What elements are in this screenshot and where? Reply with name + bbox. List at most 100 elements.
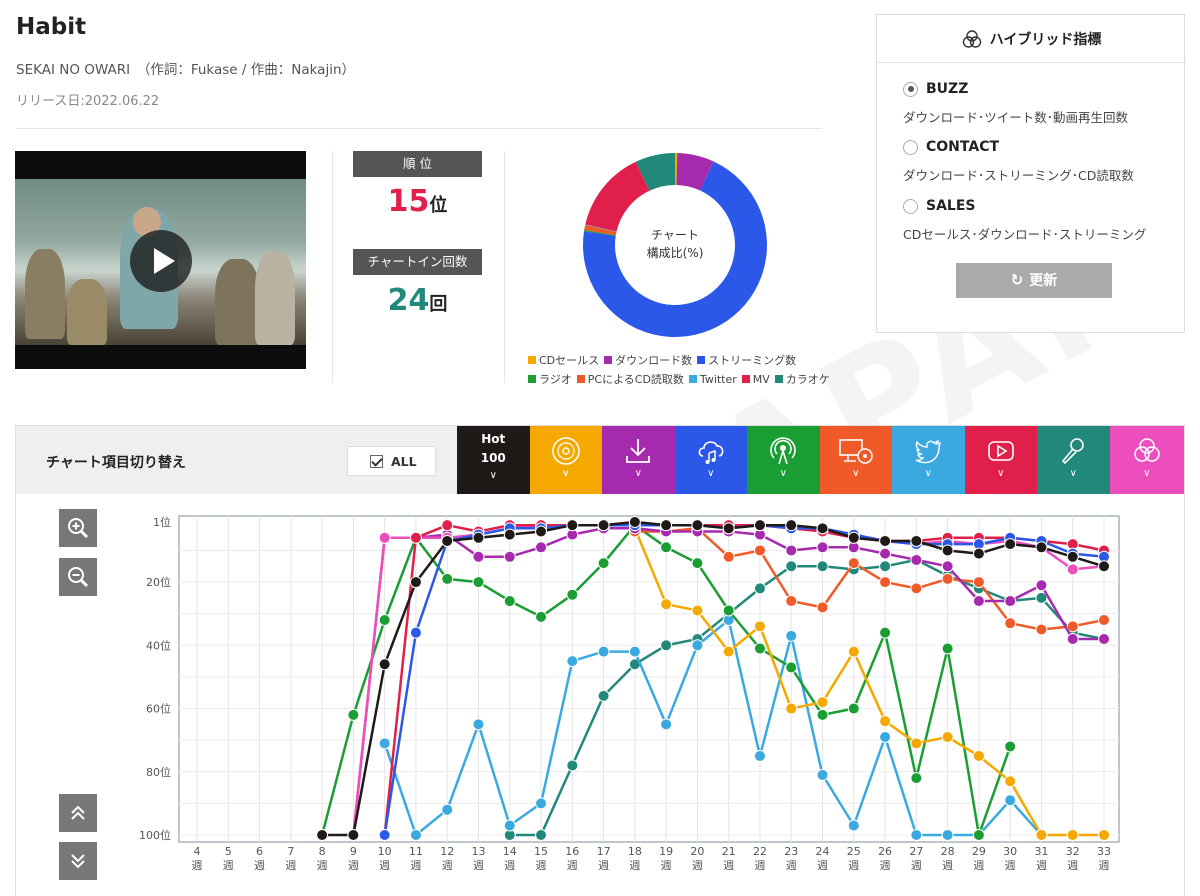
series-point-radio[interactable] (785, 661, 798, 674)
series-point-cd[interactable] (816, 696, 829, 709)
series-point-hot100[interactable] (691, 519, 704, 532)
hybrid-option-contact[interactable]: CONTACT (903, 139, 999, 155)
series-point-pc[interactable] (910, 582, 923, 595)
series-point-cd[interactable] (691, 604, 704, 617)
series-point-karaoke[interactable] (785, 560, 798, 573)
tab-twitter[interactable]: ∨ (892, 426, 965, 494)
tab-radio[interactable]: ∨ (747, 426, 820, 494)
update-button[interactable]: ↻ 更新 (956, 263, 1112, 298)
series-point-karaoke[interactable] (753, 582, 766, 595)
series-point-hot100[interactable] (503, 528, 516, 541)
series-point-twitter[interactable] (472, 718, 485, 731)
series-point-pc[interactable] (785, 595, 798, 608)
hybrid-option-buzz[interactable]: BUZZ (903, 81, 968, 97)
series-point-hot100[interactable] (409, 576, 422, 589)
tab-download[interactable]: ∨ (602, 426, 675, 494)
series-point-twitter[interactable] (535, 797, 548, 810)
series-point-download[interactable] (910, 553, 923, 566)
series-point-streaming[interactable] (409, 626, 422, 639)
series-point-hot100[interactable] (660, 519, 673, 532)
series-point-radio[interactable] (972, 829, 985, 841)
series-point-cd[interactable] (847, 645, 860, 658)
series-point-cd[interactable] (1098, 829, 1110, 841)
series-point-hot100[interactable] (753, 519, 766, 532)
series-point-karaoke[interactable] (597, 689, 610, 702)
series-point-pc[interactable] (753, 544, 766, 557)
series-point-hybrid[interactable] (1066, 563, 1079, 576)
series-point-download[interactable] (941, 560, 954, 573)
series-point-twitter[interactable] (879, 730, 892, 743)
series-point-hot100[interactable] (816, 522, 829, 535)
series-point-karaoke[interactable] (535, 829, 548, 841)
series-point-streaming[interactable] (378, 829, 391, 841)
series-point-twitter[interactable] (660, 718, 673, 731)
series-point-download[interactable] (503, 550, 516, 563)
series-point-twitter[interactable] (1004, 794, 1017, 807)
tab-streaming[interactable]: ∨ (674, 426, 747, 494)
series-point-radio[interactable] (441, 572, 454, 585)
series-point-hot100[interactable] (441, 534, 454, 547)
series-point-hot100[interactable] (316, 829, 329, 841)
series-point-hot100[interactable] (910, 534, 923, 547)
series-point-download[interactable] (972, 595, 985, 608)
series-point-radio[interactable] (879, 626, 892, 639)
series-point-radio[interactable] (597, 557, 610, 570)
series-point-download[interactable] (816, 541, 829, 554)
series-point-cd[interactable] (879, 715, 892, 728)
series-point-download[interactable] (879, 547, 892, 560)
series-point-pc[interactable] (941, 572, 954, 585)
series-point-radio[interactable] (753, 642, 766, 655)
tab-hybrid[interactable]: ∨ (1109, 426, 1184, 494)
series-point-radio[interactable] (1004, 740, 1017, 753)
series-point-karaoke[interactable] (566, 759, 579, 772)
series-point-twitter[interactable] (441, 803, 454, 816)
series-point-radio[interactable] (941, 642, 954, 655)
series-point-pc[interactable] (1035, 623, 1048, 636)
series-point-radio[interactable] (847, 702, 860, 715)
series-point-cd[interactable] (1066, 829, 1079, 841)
series-point-twitter[interactable] (816, 768, 829, 781)
series-point-twitter[interactable] (941, 829, 954, 841)
series-point-hot100[interactable] (1098, 560, 1110, 573)
series-point-pc[interactable] (816, 601, 829, 614)
series-point-pc[interactable] (972, 576, 985, 589)
series-point-download[interactable] (535, 541, 548, 554)
radio-button[interactable] (903, 81, 918, 97)
series-point-hot100[interactable] (1066, 550, 1079, 563)
series-point-radio[interactable] (691, 557, 704, 570)
series-point-cd[interactable] (660, 598, 673, 611)
series-point-cd[interactable] (722, 645, 735, 658)
series-point-radio[interactable] (910, 772, 923, 785)
series-point-hot100[interactable] (378, 658, 391, 671)
tab-cd-sales[interactable]: ∨ (529, 426, 602, 494)
series-point-cd[interactable] (1035, 829, 1048, 841)
video-player[interactable] (15, 151, 306, 369)
series-point-hot100[interactable] (628, 516, 641, 528)
series-point-twitter[interactable] (628, 645, 641, 658)
series-point-hot100[interactable] (1035, 541, 1048, 554)
series-point-hot100[interactable] (722, 522, 735, 535)
series-point-hot100[interactable] (1004, 538, 1017, 551)
series-point-hybrid[interactable] (378, 531, 391, 544)
tab-karaoke[interactable]: ∨ (1037, 426, 1110, 494)
series-point-hot100[interactable] (972, 547, 985, 560)
series-point-download[interactable] (1098, 632, 1110, 645)
series-point-hot100[interactable] (785, 519, 798, 532)
series-point-mv[interactable] (441, 519, 454, 532)
radio-button[interactable] (903, 198, 918, 214)
series-point-cd[interactable] (785, 702, 798, 715)
series-point-radio[interactable] (472, 576, 485, 589)
series-point-karaoke[interactable] (879, 560, 892, 573)
series-point-download[interactable] (785, 544, 798, 557)
series-point-cd[interactable] (972, 749, 985, 762)
series-point-hot100[interactable] (472, 531, 485, 544)
series-point-radio[interactable] (816, 708, 829, 721)
play-button[interactable] (130, 230, 192, 292)
series-point-cd[interactable] (910, 737, 923, 750)
tab-hot100[interactable]: Hot 100 ∨ (457, 426, 530, 494)
series-point-twitter[interactable] (378, 737, 391, 750)
series-point-cd[interactable] (753, 620, 766, 633)
series-point-twitter[interactable] (847, 819, 860, 832)
series-point-hot100[interactable] (847, 531, 860, 544)
series-point-twitter[interactable] (785, 629, 798, 642)
